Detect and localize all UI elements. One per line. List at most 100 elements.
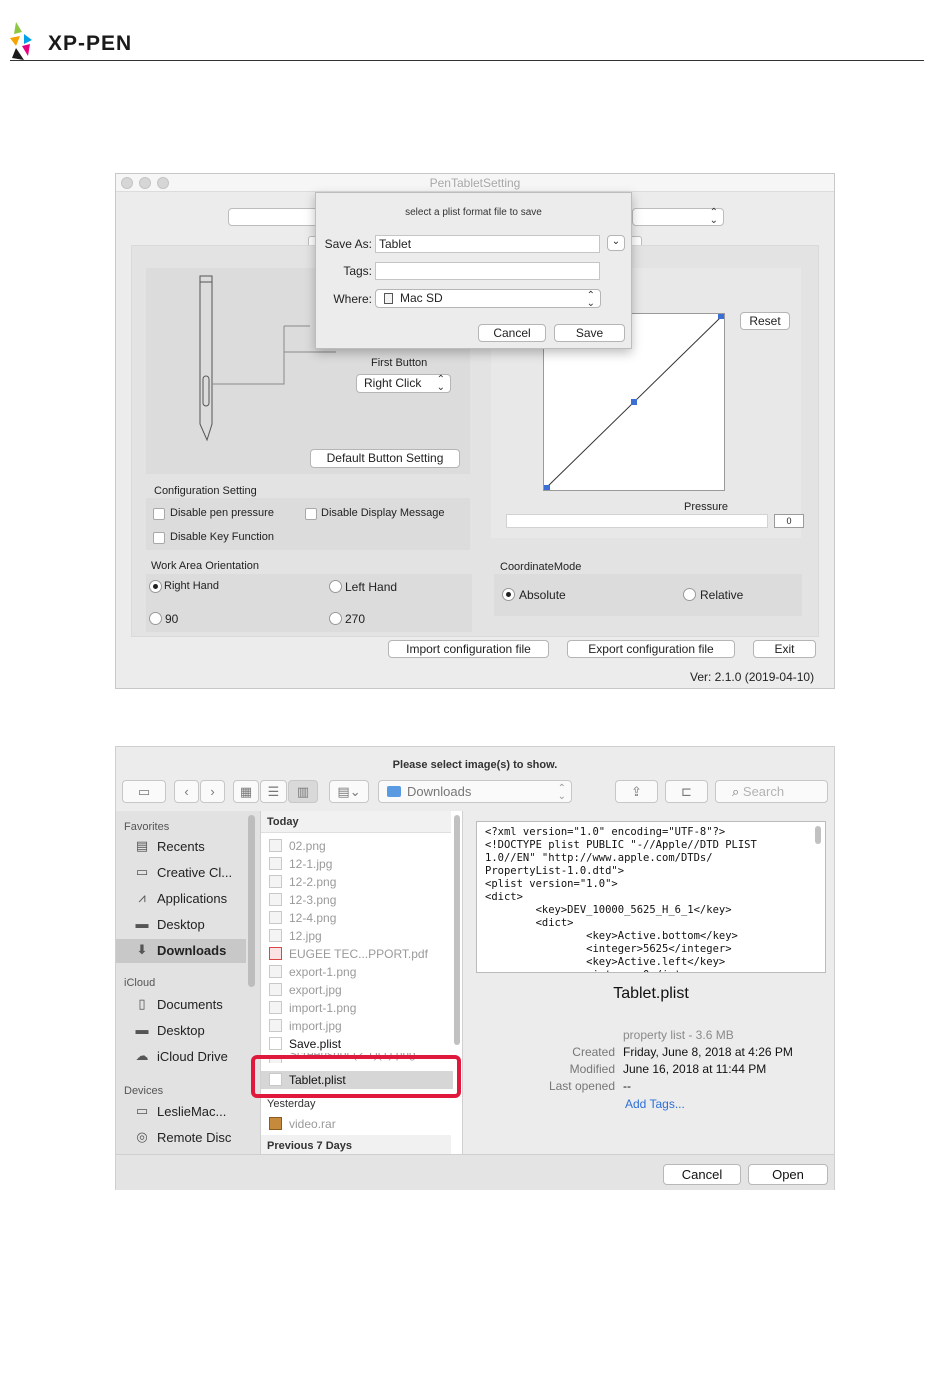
export-config-button[interactable]: Export configuration file xyxy=(567,640,735,658)
sidebar-item-label: Remote Disc xyxy=(157,1130,232,1145)
sidebar-item-desktop[interactable]: ▬ Desktop xyxy=(116,913,246,937)
reset-button[interactable]: Reset xyxy=(740,312,790,330)
image-file-icon xyxy=(269,929,282,942)
file-name: 02.png xyxy=(289,839,326,853)
group-view-button[interactable]: ▤⌄ xyxy=(329,780,369,803)
chevron-right-icon: › xyxy=(210,784,215,799)
xp-pen-logo: XP-PEN xyxy=(10,22,150,62)
file-row: EUGEE TEC...PPORT.pdf xyxy=(261,945,453,963)
columns-icon: ▥ xyxy=(296,784,310,799)
preview-scrollbar[interactable] xyxy=(815,826,821,844)
right-hand-radio[interactable] xyxy=(149,580,162,593)
share-button[interactable]: ⇪ xyxy=(615,780,658,803)
sidebar-item-icloud-desktop[interactable]: ▬ Desktop xyxy=(116,1019,246,1043)
recents-icon: ▤ xyxy=(135,838,149,853)
disable-key-function-checkbox[interactable] xyxy=(153,532,165,544)
add-tags-link[interactable]: Add Tags... xyxy=(625,1097,685,1111)
default-button-setting-button[interactable]: Default Button Setting xyxy=(310,449,460,468)
archive-file-icon xyxy=(269,1117,282,1130)
absolute-radio[interactable] xyxy=(502,588,515,601)
sidebar-item-label: Downloads xyxy=(157,943,227,958)
open-button[interactable]: Open xyxy=(748,1164,828,1185)
laptop-icon: ▭ xyxy=(135,1103,149,1118)
applications-icon: ⩘ xyxy=(138,890,146,905)
right-hand-label: Right Hand xyxy=(164,580,220,592)
where-select[interactable]: Mac SD ⌃ ⌄ xyxy=(375,289,601,309)
icon-view-button[interactable]: ▦ xyxy=(233,780,259,803)
left-hand-radio[interactable] xyxy=(329,580,342,593)
file-name: 12.jpg xyxy=(289,929,322,943)
back-button[interactable]: ‹ xyxy=(174,780,199,803)
dialog-footer: Cancel Open xyxy=(116,1154,834,1190)
tags-input[interactable] xyxy=(375,262,600,280)
sidebar-item-applications[interactable]: ⩘ Applications xyxy=(116,887,246,911)
orientation-title: Work Area Orientation xyxy=(151,560,260,572)
sidebar-item-recents[interactable]: ▤ Recents xyxy=(116,835,246,859)
curve-handle-start[interactable] xyxy=(544,485,550,491)
sidebar-item-downloads[interactable]: ⬇ Downloads xyxy=(116,939,246,963)
desktop-icon: ▬ xyxy=(135,916,149,931)
cancel-button[interactable]: Cancel xyxy=(478,324,546,342)
image-file-icon xyxy=(269,857,282,870)
rotate-90-radio[interactable] xyxy=(149,612,162,625)
sidebar-toggle-button[interactable]: ▭ xyxy=(122,780,166,803)
curve-handle-mid[interactable] xyxy=(631,399,637,405)
disable-key-function-label: Disable Key Function xyxy=(170,531,274,543)
monitor-select[interactable]: ⌃ ⌄ xyxy=(632,208,724,226)
image-file-icon xyxy=(269,839,282,852)
sidebar-item-icloud-drive[interactable]: ☁ iCloud Drive xyxy=(116,1045,246,1069)
document-file-icon xyxy=(269,1037,282,1050)
search-input[interactable]: ⌕ Search xyxy=(715,780,828,803)
sidebar-item-remote-disc[interactable]: ◎ Remote Disc xyxy=(116,1126,246,1150)
rotate-270-radio[interactable] xyxy=(329,612,342,625)
select-arrows-icon: ⌃ ⌄ xyxy=(709,207,718,226)
sidebar-item-creative-cloud[interactable]: ▭ Creative Cl... xyxy=(116,861,246,885)
cancel-button[interactable]: Cancel xyxy=(663,1164,741,1185)
image-file-icon xyxy=(269,911,282,924)
save-as-input[interactable]: Tablet xyxy=(375,235,600,253)
disable-pen-pressure-checkbox[interactable] xyxy=(153,508,165,520)
sidebar-item-label: Documents xyxy=(157,997,223,1012)
chevron-left-icon: ‹ xyxy=(184,784,189,799)
last-opened-value: -- xyxy=(623,1079,631,1093)
file-column-scrollbar[interactable] xyxy=(454,815,460,1045)
select-arrows-icon: ⌃ ⌄ xyxy=(586,290,595,309)
exit-button[interactable]: Exit xyxy=(753,640,816,658)
relative-radio[interactable] xyxy=(683,588,696,601)
preview-text: <?xml version="1.0" encoding="UTF-8"?> <… xyxy=(485,826,757,972)
sidebar-item-documents[interactable]: ▯ Documents xyxy=(116,993,246,1017)
file-row: 12-2.png xyxy=(261,873,453,891)
modified-value: June 16, 2018 at 11:44 PM xyxy=(623,1062,767,1076)
forward-button[interactable]: › xyxy=(200,780,225,803)
disable-display-message-label: Disable Display Message xyxy=(321,507,445,519)
save-dialog-message: select a plist format file to save xyxy=(405,207,542,218)
first-button-label: First Button xyxy=(371,357,428,369)
file-column: Today 02.png 12-1.jpg 12-2.png 12-3.png … xyxy=(260,811,463,1157)
save-button[interactable]: Save xyxy=(554,324,625,342)
expand-dialog-button[interactable]: ⌄ xyxy=(607,235,625,251)
file-row: video.rar xyxy=(261,1115,453,1133)
left-hand-label: Left Hand xyxy=(345,580,398,594)
sidebar-item-lesliemac[interactable]: ▭ LeslieMac... xyxy=(116,1100,246,1124)
curve-handle-end[interactable] xyxy=(718,313,724,319)
title-bar: PenTabletSetting xyxy=(116,174,834,192)
pressure-value: 0 xyxy=(774,514,804,528)
file-row: 12-1.jpg xyxy=(261,855,453,873)
file-row: 12-3.png xyxy=(261,891,453,909)
file-row-save-plist[interactable]: Save.plist xyxy=(261,1035,453,1053)
column-view-button[interactable]: ▥ xyxy=(288,780,318,803)
file-name: import.jpg xyxy=(289,1019,342,1033)
location-popup[interactable]: Downloads ⌃ ⌄ xyxy=(378,780,572,803)
tags-button[interactable]: ⊏ xyxy=(665,780,708,803)
file-name: EUGEE TEC...PPORT.pdf xyxy=(289,947,428,961)
list-view-button[interactable]: ☰ xyxy=(260,780,287,803)
device-select[interactable] xyxy=(228,208,328,226)
grid-icon: ▦ xyxy=(239,784,253,799)
first-button-select[interactable]: Right Click ⌃ ⌄ xyxy=(356,374,451,393)
version-label: Ver: 2.1.0 (2019-04-10) xyxy=(690,670,815,684)
disable-display-message-checkbox[interactable] xyxy=(305,508,317,520)
disc-icon: ◎ xyxy=(136,1129,148,1144)
import-config-button[interactable]: Import configuration file xyxy=(388,640,549,658)
file-name: video.rar xyxy=(289,1117,336,1131)
sidebar-scrollbar[interactable] xyxy=(248,815,255,987)
